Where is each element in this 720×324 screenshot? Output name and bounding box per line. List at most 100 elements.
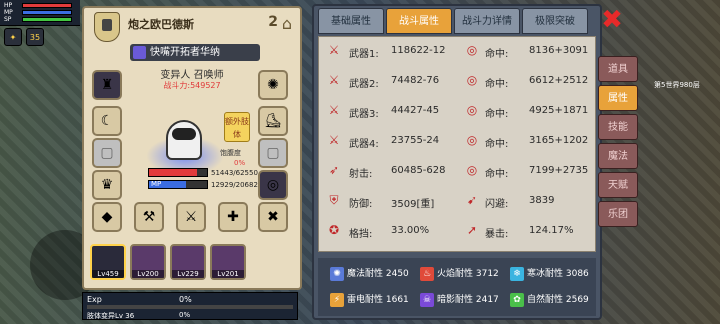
dark-resist-icon: ☠: [420, 292, 434, 307]
side-item-items[interactable]: 道具: [598, 56, 638, 82]
team-slot-2[interactable]: Lv200: [130, 244, 166, 280]
stat-right-label: 闪避:: [485, 199, 509, 210]
stats-panel: 基础属性 战斗属性 战斗力详情 极限突破 ⚔ 武器1: 118622-12 ◎ …: [312, 4, 602, 320]
team-slot-1[interactable]: Lv459: [90, 244, 126, 280]
mp-label: MP: [4, 9, 13, 16]
stat-right-label: 暴击:: [485, 229, 509, 240]
hp-label: HP: [4, 2, 13, 9]
stat-left-value: 74482-76: [391, 75, 440, 86]
exp-bar: [87, 305, 293, 309]
side-item-skills[interactable]: 技能: [598, 114, 638, 140]
stat-row: ⚔ 武器1: 118622-12 ◎ 命中: 8136+3091: [319, 37, 597, 65]
tab-basic[interactable]: 基础属性: [318, 8, 384, 34]
equip-slot-charm[interactable]: ✺: [258, 70, 288, 100]
tab-power-detail[interactable]: 战斗力详情: [454, 8, 520, 34]
stat-row: ➶ 射击: 60485-628 ◎ 命中: 7199+2735: [319, 157, 597, 185]
equip-slot-weapon1[interactable]: ⚒: [134, 202, 164, 232]
target-icon: ◎: [466, 103, 478, 117]
equip-slot-weapon3[interactable]: ✚: [218, 202, 248, 232]
stat-right-label: 命中:: [485, 79, 509, 90]
side-item-magic[interactable]: 魔法: [598, 143, 638, 169]
character-panel: 炮之欧巴德斯 2 ⌂ 快嘴开拓者华纳 变异人 召唤师 战斗力:549527 ♜ …: [82, 6, 302, 290]
exp-area: Exp 0% 肢体变异Lv 36 0%: [82, 292, 298, 320]
skill-icon[interactable]: ✦: [4, 28, 22, 46]
resistance-area: ✺ 魔法耐性 2450 ♨ 火焰耐性 3712 ❄ 寒冰耐性 3086 ⚡ 雷电耐性 1…: [318, 258, 596, 316]
sword-icon: ⚔: [328, 133, 340, 147]
sword-icon: ⚔: [328, 43, 340, 57]
equip-slot-weapon4[interactable]: ✖: [258, 202, 288, 232]
side-item-attributes[interactable]: 属性: [598, 85, 638, 111]
thunder-resist-icon: ⚡: [330, 292, 344, 307]
stat-right-value: 4925+1871: [529, 105, 589, 116]
player-hud: HP MP SP: [0, 0, 80, 26]
equip-slot-gem[interactable]: ◆: [92, 202, 122, 232]
stat-right-value: 3839: [529, 195, 555, 206]
hp-bar: 51443/62550: [148, 168, 258, 177]
hud-icons: ✦ 35: [4, 28, 44, 46]
stat-row: ⛨ 防御: 3509[重] ➹ 闪避: 3839: [319, 187, 597, 215]
equip-slot-empty-right[interactable]: ▢: [258, 138, 288, 168]
stat-right-label: 命中:: [485, 139, 509, 150]
equip-slot-weapon2[interactable]: ⚔: [176, 202, 206, 232]
stat-right-value: 8136+3091: [529, 45, 589, 56]
resist-dark: ☠ 暗影耐性 2417: [420, 292, 499, 310]
magic-resist-icon: ✺: [330, 266, 344, 281]
equip-slot-empty-left[interactable]: ▢: [92, 138, 122, 168]
stat-right-value: 6612+2512: [529, 75, 589, 86]
dodge-icon: ➹: [466, 193, 478, 207]
stat-left-value: 60485-628: [391, 165, 446, 176]
empty-slot-icon: ▢: [266, 145, 280, 161]
target-icon: ◎: [466, 73, 478, 87]
equip-slot-armor[interactable]: ♛: [92, 170, 122, 200]
stat-left-label: 武器4:: [349, 139, 379, 150]
equip-slot-ring[interactable]: ◎: [258, 170, 288, 200]
resist-magic: ✺ 魔法耐性 2450: [330, 266, 409, 284]
empty-slot-icon: ▢: [100, 145, 114, 161]
charm-icon: ✺: [267, 77, 279, 93]
extra-limb-button[interactable]: 额外肢体: [224, 112, 250, 142]
hud-hp-bar: [22, 3, 72, 8]
equip-slot-castle[interactable]: ♜: [92, 70, 122, 100]
world-label: 第5世界980层: [654, 81, 700, 89]
stat-left-label: 武器3:: [349, 109, 379, 120]
bow-icon: ➶: [328, 163, 340, 177]
gem-icon: ◆: [101, 209, 113, 225]
stat-row: ⚔ 武器4: 23755-24 ◎ 命中: 3165+1202: [319, 127, 597, 155]
tab-combat[interactable]: 战斗属性: [386, 8, 452, 34]
team-slot-3[interactable]: Lv229: [170, 244, 206, 280]
guild-icon: [133, 46, 146, 59]
stat-right-label: 命中:: [485, 109, 509, 120]
character-name: 炮之欧巴德斯: [128, 18, 194, 31]
hanger-icon[interactable]: ⌂: [282, 14, 292, 33]
stat-right-value: 3165+1202: [529, 135, 589, 146]
tab-limit-break[interactable]: 极限突破: [522, 8, 588, 34]
hud-mp-bar: [22, 10, 72, 15]
team-row: Lv459 Lv200 Lv229 Lv201: [90, 244, 246, 280]
sp-label: SP: [4, 16, 12, 23]
side-menu: 道具 属性 技能 魔法 天赋 乐团: [598, 56, 640, 227]
armor-icon: ♛: [100, 177, 114, 193]
guild-name: 快嘴开拓者华纳: [150, 47, 220, 58]
equip-slot-horn[interactable]: ☾: [92, 106, 122, 136]
emblem-icon: [94, 12, 120, 42]
stat-left-label: 武器1:: [349, 49, 379, 60]
close-icon[interactable]: ✖: [598, 6, 626, 34]
stat-right-value: 7199+2735: [529, 165, 589, 176]
stat-left-label: 格挡:: [349, 229, 373, 240]
resist-label: 魔法耐性 2450: [347, 269, 409, 279]
stat-left-value: 3509[重]: [391, 199, 435, 210]
resist-fire: ♨ 火焰耐性 3712: [420, 266, 499, 284]
satiety-value: 0%: [234, 159, 246, 167]
stat-right-label: 命中:: [485, 169, 509, 180]
equip-slot-boot[interactable]: ⛸: [258, 106, 288, 136]
team-slot-4[interactable]: Lv201: [210, 244, 246, 280]
resist-label: 雷电耐性 1661: [347, 295, 409, 305]
guild-bar[interactable]: 快嘴开拓者华纳: [130, 44, 260, 61]
side-item-band[interactable]: 乐团: [598, 201, 638, 227]
astronaut-visor: [172, 128, 196, 140]
shield-icon: ⛨: [329, 193, 339, 207]
stat-left-label: 防御:: [349, 199, 373, 210]
side-item-talent[interactable]: 天赋: [598, 172, 638, 198]
team-level: Lv200: [132, 270, 164, 278]
stat-left-value: 44427-45: [391, 105, 440, 116]
